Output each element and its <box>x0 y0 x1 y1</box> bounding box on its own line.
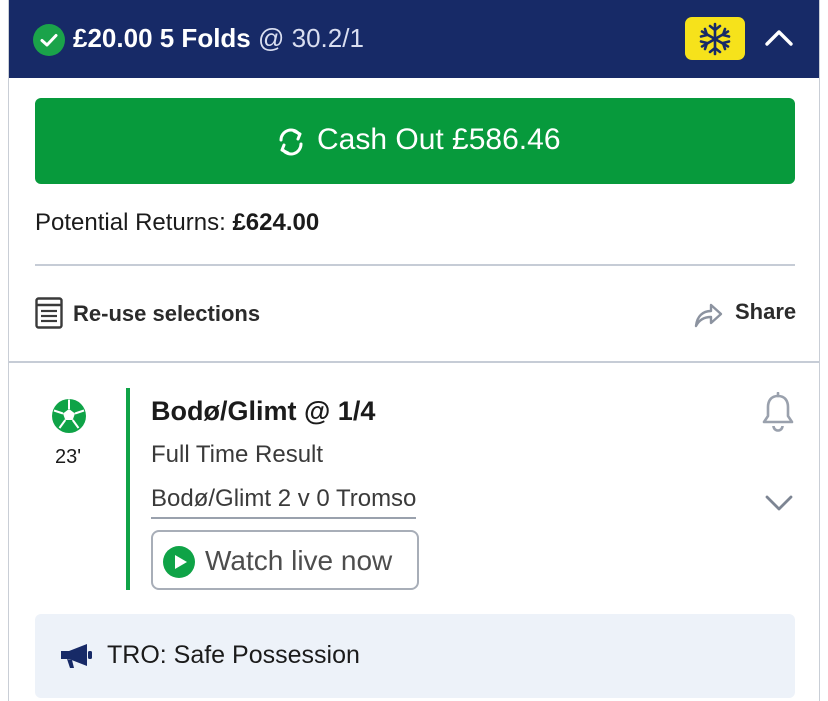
cash-out-label: Cash Out £586.46 <box>317 123 561 156</box>
snowflake-icon <box>699 22 731 56</box>
divider <box>35 264 795 266</box>
bet-card: £20.00 5 Folds @ 30.2/1 Cash Out £586.46… <box>8 0 820 701</box>
commentary-banner: TRO: Safe Possession <box>35 614 795 698</box>
commentary-text: TRO: Safe Possession <box>107 641 360 669</box>
chevron-up-icon <box>765 30 793 46</box>
football-icon <box>52 399 86 433</box>
divider <box>9 361 819 363</box>
cash-out-icon <box>279 128 303 156</box>
share-button[interactable]: Share <box>693 296 799 332</box>
selection-title: Bodø/Glimt @ 1/4 <box>151 396 376 426</box>
cash-out-button[interactable]: Cash Out £586.46 <box>35 98 795 184</box>
reuse-selections-label: Re-use selections <box>73 301 261 326</box>
watch-live-label: Watch live now <box>205 545 393 576</box>
bet-stake: £20.00 5 Folds <box>73 23 251 53</box>
reuse-selections-button[interactable]: Re-use selections <box>35 296 295 332</box>
potential-returns-value: £624.00 <box>232 209 320 236</box>
share-label: Share <box>735 299 797 324</box>
watch-live-button[interactable]: Watch live now <box>151 530 419 590</box>
selection-event-link[interactable]: Bodø/Glimt 2 v 0 Tromso <box>151 482 417 519</box>
selection-market: Full Time Result <box>151 441 324 468</box>
bet-odds: @ 30.2/1 <box>258 23 364 53</box>
chevron-down-icon[interactable] <box>763 488 795 516</box>
selection-accent-bar <box>126 388 130 590</box>
collapse-button[interactable] <box>761 20 797 56</box>
bet-summary: £20.00 5 Folds @ 30.2/1 <box>73 20 364 56</box>
megaphone-icon <box>61 644 92 668</box>
check-icon <box>33 24 65 56</box>
match-minute: 23' <box>54 446 82 468</box>
list-icon <box>35 297 63 329</box>
freeze-button[interactable] <box>685 17 745 60</box>
play-icon <box>163 546 195 578</box>
bet-header[interactable]: £20.00 5 Folds @ 30.2/1 <box>9 0 819 78</box>
share-icon <box>694 303 723 328</box>
bell-icon[interactable] <box>759 392 797 432</box>
potential-returns-label: Potential Returns: <box>35 209 233 236</box>
potential-returns: Potential Returns: £624.00 <box>35 206 319 240</box>
